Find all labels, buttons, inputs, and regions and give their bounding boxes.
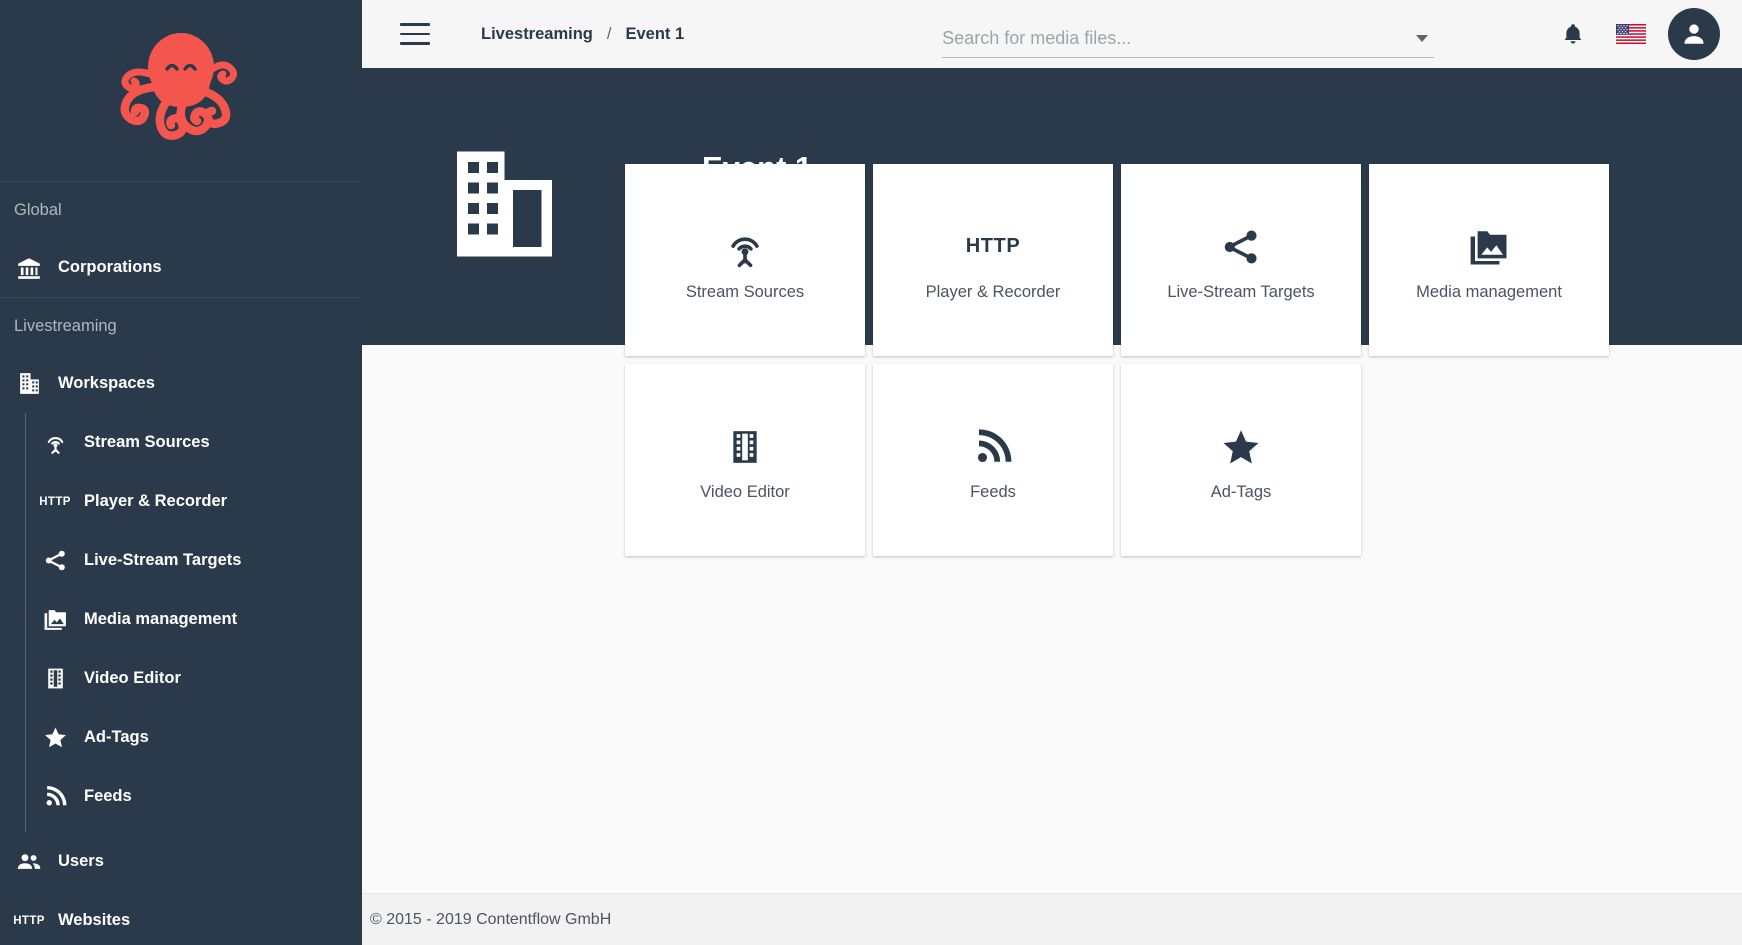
sidebar-item-label: Player & Recorder	[84, 492, 228, 510]
card-label: Feeds	[970, 482, 1016, 501]
star-icon	[26, 725, 84, 750]
logo-area[interactable]	[0, 0, 362, 182]
breadcrumb-current[interactable]: Event 1	[625, 25, 684, 44]
card-ad-tags[interactable]: Ad-Tags	[1121, 364, 1361, 556]
card-live-stream-targets[interactable]: Live-Stream Targets	[1121, 164, 1361, 356]
card-media-management[interactable]: Media management	[1369, 164, 1609, 356]
http-icon: HTTP	[13, 914, 45, 927]
people-icon	[0, 849, 58, 875]
sidebar-item-corporations[interactable]: Corporations	[0, 238, 362, 297]
card-grid: Stream Sources HTTP Player & Recorder Li…	[625, 164, 1635, 556]
sidebar-item-label: Feeds	[84, 787, 132, 805]
sidebar-item-player-recorder[interactable]: HTTP Player & Recorder	[26, 472, 362, 531]
http-icon: HTTP	[966, 219, 1021, 275]
bank-icon	[0, 255, 58, 281]
sidebar: Global Corporations Livestreaming Worksp…	[0, 0, 362, 945]
octopus-logo-icon	[111, 27, 251, 155]
broadcast-tower-icon	[26, 430, 84, 455]
sidebar-item-video-editor[interactable]: Video Editor	[26, 649, 362, 708]
card-label: Live-Stream Targets	[1167, 282, 1315, 301]
breadcrumb-root[interactable]: Livestreaming	[481, 25, 593, 44]
sidebar-item-users[interactable]: Users	[0, 832, 362, 891]
card-label: Media management	[1416, 282, 1562, 301]
sidebar-item-label: Live-Stream Targets	[84, 551, 242, 569]
nav-section-admin: Users HTTP Websites	[0, 832, 362, 945]
sidebar-item-label: Websites	[58, 911, 131, 929]
us-flag-icon[interactable]	[1602, 5, 1660, 63]
breadcrumb: Livestreaming / Event 1	[481, 25, 684, 44]
search-container	[942, 10, 1435, 58]
sidebar-item-label: Corporations	[58, 258, 162, 276]
sidebar-item-media-management[interactable]: Media management	[26, 590, 362, 649]
star-icon	[1220, 419, 1262, 475]
workspace-building-icon	[442, 144, 572, 264]
sidebar-item-label: Video Editor	[84, 669, 181, 687]
app-root: Global Corporations Livestreaming Worksp…	[0, 0, 1742, 945]
workspaces-building-icon	[0, 371, 58, 396]
breadcrumb-separator: /	[606, 24, 612, 43]
bell-icon[interactable]	[1544, 5, 1602, 63]
rss-icon	[972, 419, 1014, 475]
http-text: HTTP	[965, 235, 1021, 257]
sidebar-item-stream-sources[interactable]: Stream Sources	[26, 413, 362, 472]
card-label: Player & Recorder	[925, 282, 1061, 301]
broadcast-tower-icon	[723, 219, 767, 275]
film-strip-icon	[26, 666, 84, 691]
topbar-actions	[1544, 5, 1742, 63]
card-label: Ad-Tags	[1210, 482, 1272, 501]
nav-section-livestreaming: Livestreaming Workspaces Stream Sources …	[0, 298, 362, 832]
share-icon	[1220, 219, 1262, 275]
content-area: Stream Sources HTTP Player & Recorder Li…	[362, 164, 1742, 893]
search-input[interactable]	[942, 28, 1435, 58]
sidebar-item-label: Media management	[84, 610, 238, 628]
card-feeds[interactable]: Feeds	[873, 364, 1113, 556]
card-video-editor[interactable]: Video Editor	[625, 364, 865, 556]
topbar: Livestreaming / Event 1	[362, 0, 1742, 68]
hamburger-icon[interactable]	[400, 23, 430, 45]
footer: © 2015 - 2019 Contentflow GmbH	[362, 893, 1742, 945]
card-stream-sources[interactable]: Stream Sources	[625, 164, 865, 356]
nav-section-global: Global Corporations	[0, 182, 362, 298]
nav-group-label-livestreaming: Livestreaming	[14, 316, 117, 335]
sidebar-item-websites[interactable]: HTTP Websites	[0, 891, 362, 945]
copyright-text: © 2015 - 2019 Contentflow GmbH	[370, 910, 612, 928]
sidebar-item-ad-tags[interactable]: Ad-Tags	[26, 708, 362, 767]
sidebar-item-live-stream-targets[interactable]: Live-Stream Targets	[26, 531, 362, 590]
sidebar-item-label: Workspaces	[58, 374, 155, 392]
chevron-down-icon[interactable]	[1416, 35, 1429, 42]
card-player-recorder[interactable]: HTTP Player & Recorder	[873, 164, 1113, 356]
share-icon	[26, 548, 84, 573]
photo-library-icon	[1468, 219, 1510, 275]
nav-group-label-global: Global	[14, 200, 62, 219]
sidebar-item-label: Ad-Tags	[84, 728, 149, 746]
person-avatar-icon[interactable]	[1668, 8, 1720, 60]
sidebar-item-feeds[interactable]: Feeds	[26, 767, 362, 826]
http-icon: HTTP	[39, 495, 71, 508]
card-label: Video Editor	[700, 482, 790, 501]
film-strip-icon	[725, 419, 765, 475]
sidebar-item-label: Stream Sources	[84, 433, 210, 451]
rss-icon	[26, 784, 84, 809]
card-label: Stream Sources	[685, 282, 805, 301]
sidebar-item-label: Users	[58, 852, 104, 870]
sidebar-item-workspaces[interactable]: Workspaces	[0, 354, 362, 413]
photo-library-icon	[26, 607, 84, 632]
main-area: Livestreaming / Event 1 Search for media…	[362, 0, 1742, 945]
sidebar-subnav: Stream Sources HTTP Player & Recorder Li…	[25, 413, 362, 832]
